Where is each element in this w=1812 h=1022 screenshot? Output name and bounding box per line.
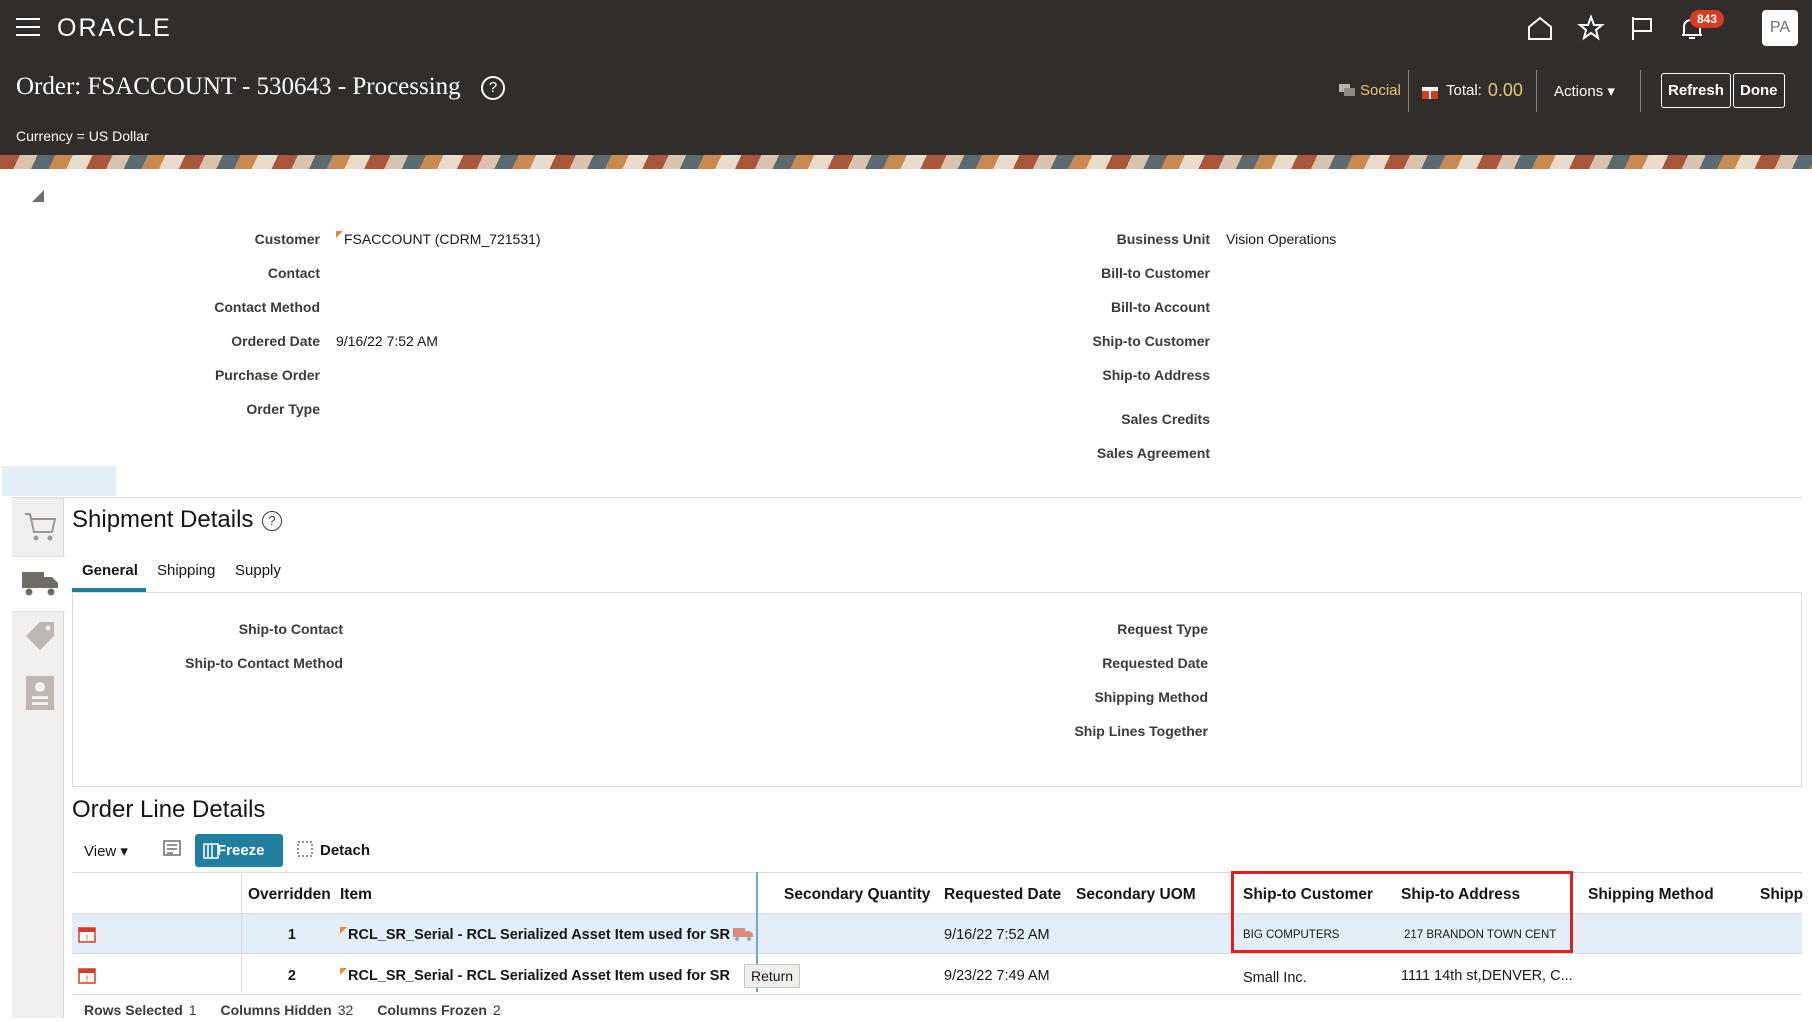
view-menu[interactable]: View ▾: [84, 842, 128, 860]
social-label: Social: [1360, 82, 1401, 99]
order-line-details-title: Order Line Details: [72, 796, 266, 823]
columns-hidden-label: Columns Hidden: [220, 1002, 332, 1018]
truck-icon[interactable]: [20, 564, 60, 600]
freeze-button[interactable]: Freeze: [195, 834, 283, 867]
total-value: 0.00: [1487, 80, 1523, 100]
line-number: 2: [287, 968, 296, 984]
actions-label: Actions: [1554, 83, 1604, 100]
columns-frozen-label: Columns Frozen: [377, 1002, 487, 1018]
sales-credits-label: Sales Credits: [1121, 411, 1210, 427]
col-secondary-uom[interactable]: Secondary UOM: [1076, 886, 1196, 904]
page-title: Order: FSACCOUNT - 530643 - Processing: [16, 73, 461, 100]
detach-icon[interactable]: [296, 840, 314, 858]
col-requested-date[interactable]: Requested Date: [944, 886, 1061, 904]
shipment-help-icon[interactable]: ?: [262, 511, 282, 531]
rows-selected-label: Rows Selected: [84, 1002, 183, 1018]
ordered-date-value: 9/16/22 7:52 AM: [336, 333, 438, 349]
total-label: Total:: [1446, 82, 1482, 99]
svg-text:!: !: [86, 974, 89, 984]
col-shipping-method[interactable]: Shipping Method: [1588, 886, 1714, 904]
order-total[interactable]: Total: 0.00: [1420, 80, 1523, 101]
header-banner-image: [0, 155, 1812, 169]
info-flag-icon: [340, 927, 347, 934]
business-unit-value: Vision Operations: [1226, 231, 1337, 247]
detach-button[interactable]: Detach: [320, 842, 370, 859]
refresh-button[interactable]: Refresh: [1661, 73, 1731, 108]
info-flag-icon: [340, 968, 347, 975]
global-header: ORACLE 843 PA Order: FSACCOUNT - 530643 …: [0, 0, 1812, 155]
order-type-label: Order Type: [246, 401, 320, 417]
request-type-label: Request Type: [1117, 621, 1208, 637]
col-item[interactable]: Item: [340, 886, 372, 904]
ship-to-customer-cell: Small Inc.: [1243, 970, 1307, 986]
col-overridden[interactable]: Overridden: [248, 886, 331, 904]
ship-to-contact-method-label: Ship-to Contact Method: [185, 655, 343, 671]
shopping-cart-icon[interactable]: [22, 508, 58, 544]
requested-date-cell: 9/23/22 7:49 AM: [944, 968, 1050, 984]
svg-text:!: !: [86, 933, 89, 943]
home-icon[interactable]: [1526, 14, 1554, 42]
selection-highlight: [2, 466, 116, 496]
calendar-alert-icon[interactable]: !: [78, 966, 96, 984]
highlight-annotation-box: [1231, 871, 1573, 953]
table-row[interactable]: 2 RCL_SR_Serial - RCL Serialized Asset I…: [72, 955, 1802, 995]
total-gift-icon: [1422, 86, 1438, 99]
shipping-method-label: Shipping Method: [1094, 689, 1208, 705]
ship-to-address-cell: 1111 14th st,DENVER, C...: [1401, 968, 1573, 984]
requested-date-label: Requested Date: [1102, 655, 1208, 671]
rows-selected-value: 1: [188, 1002, 197, 1018]
help-icon[interactable]: ?: [481, 76, 505, 100]
purchase-order-label: Purchase Order: [214, 367, 320, 383]
table-status-footer: Rows Selected 1 Columns Hidden 32 Columns …: [84, 1002, 521, 1018]
tab-shipping[interactable]: Shipping: [157, 562, 215, 579]
col-shipp[interactable]: Shipp: [1760, 886, 1803, 904]
truck-alert-icon[interactable]: [732, 924, 754, 942]
social-link[interactable]: Social: [1338, 82, 1401, 99]
sales-agreement-label: Sales Agreement: [1096, 445, 1210, 461]
actions-menu[interactable]: Actions ▾: [1554, 82, 1615, 100]
line-number: 1: [287, 927, 296, 943]
freeze-icon: [203, 843, 219, 859]
user-avatar[interactable]: PA: [1762, 10, 1798, 46]
flag-icon[interactable]: [1628, 14, 1656, 42]
columns-hidden-value: 32: [337, 1002, 354, 1018]
contact-label: Contact: [267, 265, 320, 281]
bill-to-customer-label: Bill-to Customer: [1101, 265, 1210, 281]
business-unit-label: Business Unit: [1116, 231, 1210, 247]
return-tooltip: Return: [744, 964, 801, 988]
customer-value[interactable]: FSACCOUNT (CDRM_721531): [336, 231, 541, 247]
ordered-date-label: Ordered Date: [231, 333, 320, 349]
tab-general[interactable]: General: [82, 562, 138, 579]
bill-to-account-label: Bill-to Account: [1110, 299, 1210, 315]
calendar-alert-icon[interactable]: !: [78, 925, 96, 943]
tab-supply[interactable]: Supply: [235, 562, 281, 579]
chevron-down-icon: ▾: [120, 843, 128, 860]
info-flag-icon: [336, 231, 343, 238]
customer-label: Customer: [254, 231, 320, 247]
price-tag-icon[interactable]: [22, 618, 58, 654]
social-chat-icon: [1339, 83, 1355, 96]
ship-to-customer-label: Ship-to Customer: [1092, 333, 1210, 349]
ship-to-contact-label: Ship-to Contact: [238, 621, 343, 637]
columns-frozen-value: 2: [492, 1002, 501, 1018]
ship-lines-together-label: Ship Lines Together: [1074, 723, 1208, 739]
requested-date-cell: 9/16/22 7:52 AM: [944, 927, 1050, 943]
currency-label: Currency = US Dollar: [16, 128, 149, 144]
item-cell[interactable]: RCL_SR_Serial - RCL Serialized Asset Ite…: [340, 968, 730, 984]
format-columns-icon[interactable]: [162, 839, 184, 859]
collapse-header-icon[interactable]: [32, 190, 44, 202]
done-button[interactable]: Done: [1733, 73, 1785, 108]
col-secondary-quantity[interactable]: Secondary Quantity: [784, 886, 930, 904]
item-cell[interactable]: RCL_SR_Serial - RCL Serialized Asset Ite…: [340, 927, 730, 943]
menu-icon[interactable]: [16, 18, 40, 36]
notification-count-badge[interactable]: 843: [1690, 10, 1725, 28]
favorites-star-icon[interactable]: [1577, 14, 1605, 42]
contact-method-label: Contact Method: [214, 299, 320, 315]
ship-to-address-label: Ship-to Address: [1102, 367, 1210, 383]
shipment-details-title: Shipment Details: [72, 506, 254, 533]
chevron-down-icon: ▾: [1607, 83, 1615, 100]
document-badge-icon[interactable]: [24, 674, 56, 712]
oracle-logo[interactable]: ORACLE: [57, 14, 172, 43]
